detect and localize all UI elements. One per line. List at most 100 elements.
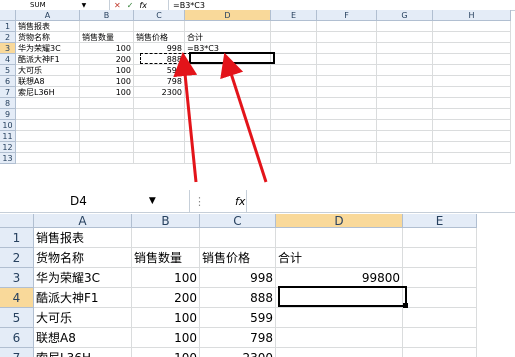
cell-c1[interactable]: [200, 228, 276, 248]
cell-g9[interactable]: [377, 109, 433, 120]
cell-b4[interactable]: 200: [80, 54, 134, 65]
cell-c5[interactable]: 599: [200, 308, 276, 328]
cell-c4[interactable]: 888: [134, 54, 185, 65]
cell-h5[interactable]: [433, 65, 511, 76]
cell-f12[interactable]: [317, 142, 377, 153]
row-header-6[interactable]: 6: [0, 328, 34, 348]
cell-c4[interactable]: 888: [200, 288, 276, 308]
cell-f6[interactable]: [317, 76, 377, 87]
cell-d10[interactable]: [185, 120, 271, 131]
cell-b9[interactable]: [80, 109, 134, 120]
cell-b7[interactable]: 100: [132, 348, 200, 357]
cell-c6[interactable]: 798: [200, 328, 276, 348]
row-header-5[interactable]: 5: [0, 65, 16, 76]
cell-d11[interactable]: [185, 131, 271, 142]
cell-f2[interactable]: [317, 32, 377, 43]
cell-b4[interactable]: 200: [132, 288, 200, 308]
cell-g6[interactable]: [377, 76, 433, 87]
cell-f5[interactable]: [317, 65, 377, 76]
cell-g1[interactable]: [377, 21, 433, 32]
cell-b6[interactable]: 100: [80, 76, 134, 87]
cell-d13[interactable]: [185, 153, 271, 164]
cell-d2[interactable]: 合计: [276, 248, 403, 268]
cell-a6[interactable]: 联想A8: [34, 328, 132, 348]
cell-b3[interactable]: 100: [132, 268, 200, 288]
cell-a9[interactable]: [16, 109, 80, 120]
column-header-c[interactable]: C: [134, 10, 185, 21]
cell-a3[interactable]: 华为荣耀3C: [16, 43, 80, 54]
select-all-corner[interactable]: [0, 214, 34, 228]
cell-h7[interactable]: [433, 87, 511, 98]
cell-c7[interactable]: 2300: [134, 87, 185, 98]
cell-f9[interactable]: [317, 109, 377, 120]
cell-d5[interactable]: [276, 308, 403, 328]
cell-g10[interactable]: [377, 120, 433, 131]
formula-input[interactable]: [246, 190, 515, 212]
cell-a7[interactable]: 索尼L36H: [34, 348, 132, 357]
cell-h8[interactable]: [433, 98, 511, 109]
cell-g11[interactable]: [377, 131, 433, 142]
cell-d4[interactable]: [276, 288, 403, 308]
column-header-g[interactable]: G: [377, 10, 433, 21]
cell-e6[interactable]: [271, 76, 317, 87]
cell-b5[interactable]: 100: [132, 308, 200, 328]
row-header-5[interactable]: 5: [0, 308, 34, 328]
cell-g13[interactable]: [377, 153, 433, 164]
cell-c5[interactable]: 599: [134, 65, 185, 76]
cell-b1[interactable]: [80, 21, 134, 32]
cell-f11[interactable]: [317, 131, 377, 142]
cell-b8[interactable]: [80, 98, 134, 109]
cell-e2[interactable]: [403, 248, 477, 268]
cell-a10[interactable]: [16, 120, 80, 131]
cell-b1[interactable]: [132, 228, 200, 248]
formula-input[interactable]: =B3*C3: [168, 0, 515, 10]
cell-a4[interactable]: 酷派大神F1: [16, 54, 80, 65]
row-header-2[interactable]: 2: [0, 32, 16, 43]
cell-e12[interactable]: [271, 142, 317, 153]
insert-function-icon[interactable]: fx: [139, 1, 147, 10]
cell-h9[interactable]: [433, 109, 511, 120]
cell-a7[interactable]: 索尼L36H: [16, 87, 80, 98]
cell-h13[interactable]: [433, 153, 511, 164]
cell-e4[interactable]: [403, 288, 477, 308]
cell-e4[interactable]: [271, 54, 317, 65]
row-header-1[interactable]: 1: [0, 228, 34, 248]
row-header-6[interactable]: 6: [0, 76, 16, 87]
fill-handle[interactable]: [403, 303, 408, 308]
cell-d1[interactable]: [276, 228, 403, 248]
cell-a5[interactable]: 大可乐: [16, 65, 80, 76]
row-header-8[interactable]: 8: [0, 98, 16, 109]
name-box[interactable]: SUM ▼: [0, 0, 110, 10]
cell-a11[interactable]: [16, 131, 80, 142]
cell-a12[interactable]: [16, 142, 80, 153]
cell-a1[interactable]: 销售报表: [16, 21, 80, 32]
insert-function-icon[interactable]: fx: [235, 195, 245, 208]
column-header-a[interactable]: A: [16, 10, 80, 21]
select-all-corner[interactable]: [0, 10, 16, 21]
name-box[interactable]: D4 ▼: [0, 190, 190, 212]
cell-b5[interactable]: 100: [80, 65, 134, 76]
cell-e2[interactable]: [271, 32, 317, 43]
cell-b2[interactable]: 销售数量: [132, 248, 200, 268]
cell-h12[interactable]: [433, 142, 511, 153]
cell-b10[interactable]: [80, 120, 134, 131]
cell-a8[interactable]: [16, 98, 80, 109]
row-header-9[interactable]: 9: [0, 109, 16, 120]
cell-e1[interactable]: [403, 228, 477, 248]
row-header-7[interactable]: 7: [0, 348, 34, 357]
cell-h10[interactable]: [433, 120, 511, 131]
cell-h2[interactable]: [433, 32, 511, 43]
cell-a6[interactable]: 联想A8: [16, 76, 80, 87]
cell-h4[interactable]: [433, 54, 511, 65]
cell-e11[interactable]: [271, 131, 317, 142]
cell-e1[interactable]: [271, 21, 317, 32]
cell-e8[interactable]: [271, 98, 317, 109]
cell-f1[interactable]: [317, 21, 377, 32]
cell-a13[interactable]: [16, 153, 80, 164]
cell-c3[interactable]: 998: [134, 43, 185, 54]
cell-e9[interactable]: [271, 109, 317, 120]
cell-d6[interactable]: [276, 328, 403, 348]
cell-d9[interactable]: [185, 109, 271, 120]
cell-c8[interactable]: [134, 98, 185, 109]
row-header-11[interactable]: 11: [0, 131, 16, 142]
